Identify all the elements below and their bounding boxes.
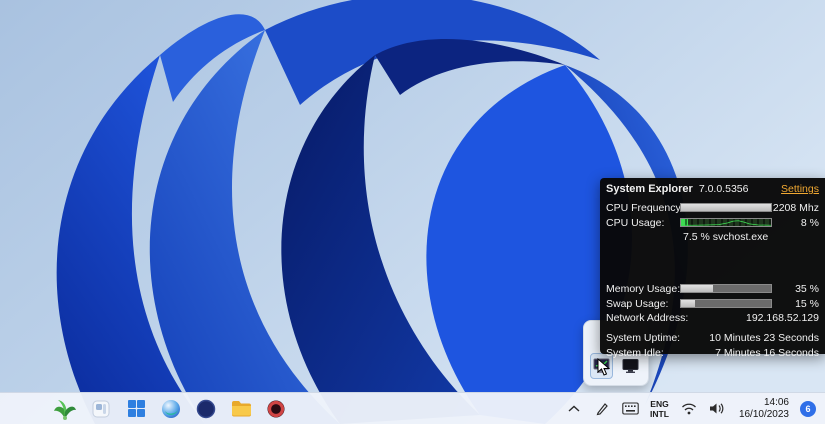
settings-link[interactable]: Settings: [781, 183, 819, 195]
system-uptime-label: System Uptime:: [606, 332, 680, 345]
windows-start-icon: [127, 399, 146, 418]
red-ring-app-button[interactable]: [263, 396, 289, 422]
system-idle-label: System Idle:: [606, 347, 680, 360]
keyboard-icon: [622, 402, 639, 415]
cpu-usage-bar: [680, 218, 772, 227]
folder-icon: [231, 400, 252, 418]
chevron-up-icon: [568, 405, 580, 413]
pen-icon: [595, 401, 610, 416]
cpu-frequency-fill: [681, 204, 771, 211]
file-explorer-button[interactable]: [228, 396, 254, 422]
browser-app-button[interactable]: [158, 396, 184, 422]
memory-usage-fill: [681, 285, 713, 292]
dark-circle-icon: [196, 399, 216, 419]
panel-title: System Explorer: [606, 183, 693, 195]
widgets-icon: [91, 399, 111, 419]
speaker-icon: [709, 402, 724, 415]
cpu-frequency-row: CPU Frequency: 2208 Mhz: [606, 201, 819, 214]
cpu-usage-sparkline: [681, 219, 771, 226]
memory-usage-label: Memory Usage:: [606, 283, 680, 295]
network-address-row: Network Address: 192.168.52.129: [606, 312, 819, 325]
pen-tray-button[interactable]: [589, 396, 615, 422]
swap-usage-value: 15 %: [772, 298, 819, 310]
touch-keyboard-button[interactable]: [617, 396, 643, 422]
cpu-usage-row: CPU Usage: 8 %: [606, 216, 819, 229]
system-uptime-value: 10 Minutes 23 Seconds: [680, 332, 819, 345]
plant-app-button[interactable]: [52, 396, 78, 422]
swap-usage-label: Swap Usage:: [606, 298, 680, 310]
network-tray-button[interactable]: [676, 396, 702, 422]
language-line2: INTL: [650, 409, 669, 419]
memory-usage-row: Memory Usage: 35 %: [606, 282, 819, 295]
network-address-value: 192.168.52.129: [680, 312, 819, 325]
notification-badge[interactable]: 6: [800, 401, 816, 417]
start-button[interactable]: [123, 396, 149, 422]
system-idle-value: 7 Minutes 16 Seconds: [680, 347, 819, 360]
system-uptime-row: System Uptime: 10 Minutes 23 Seconds: [606, 332, 819, 345]
taskbar-app-icons: [88, 396, 289, 422]
clock[interactable]: 14:06 16/10/2023: [732, 395, 796, 423]
memory-usage-value: 35 %: [772, 283, 819, 295]
panel-version: 7.0.0.5356: [699, 183, 749, 195]
red-ring-icon: [266, 399, 286, 419]
language-indicator[interactable]: ENG INTL: [645, 396, 674, 422]
clock-time: 14:06: [764, 397, 789, 409]
top-process-text: 7.5 % svchost.exe: [683, 231, 819, 244]
cpu-usage-label: CPU Usage:: [606, 217, 680, 229]
taskbar: ENG INTL 14:06 16/10/2023: [0, 392, 825, 424]
network-address-label: Network Address:: [606, 312, 680, 325]
widgets-app-button[interactable]: [88, 396, 114, 422]
volume-tray-button[interactable]: [704, 396, 730, 422]
desktop: System Explorer 7.0.0.5356 Settings CPU …: [0, 0, 825, 424]
browser-circle-icon: [161, 399, 181, 419]
cpu-usage-value: 8 %: [772, 217, 819, 229]
cpu-frequency-label: CPU Frequency:: [606, 202, 680, 214]
system-idle-row: System Idle: 7 Minutes 16 Seconds: [606, 347, 819, 360]
language-line1: ENG: [650, 399, 668, 409]
cpu-frequency-value: 2208 Mhz: [772, 202, 819, 214]
swap-usage-fill: [681, 300, 695, 307]
swap-usage-row: Swap Usage: 15 %: [606, 297, 819, 310]
clock-date: 16/10/2023: [739, 409, 789, 421]
mouse-cursor: [597, 358, 610, 376]
plant-icon: [52, 397, 78, 421]
panel-header: System Explorer 7.0.0.5356 Settings: [606, 183, 819, 199]
system-explorer-panel: System Explorer 7.0.0.5356 Settings CPU …: [600, 178, 825, 354]
swap-usage-bar: [680, 299, 772, 308]
dark-circle-app-button[interactable]: [193, 396, 219, 422]
network-icon: [681, 402, 697, 415]
system-tray: ENG INTL 14:06 16/10/2023: [561, 395, 821, 423]
memory-usage-bar: [680, 284, 772, 293]
monitor-icon: [622, 358, 639, 374]
tray-chevron-button[interactable]: [561, 396, 587, 422]
cpu-frequency-bar: [680, 203, 772, 212]
